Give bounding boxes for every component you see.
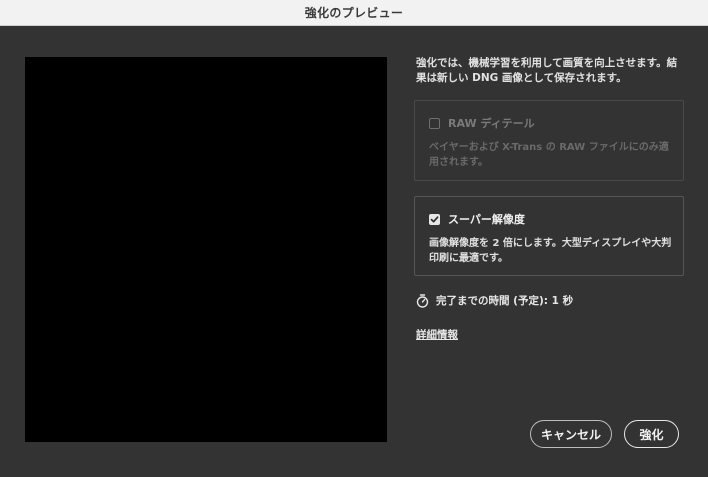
learn-more-link[interactable]: 詳細情報	[416, 327, 458, 342]
preview-image-area	[25, 57, 387, 442]
time-estimate: 完了までの時間 (予定): 1 秒	[416, 293, 573, 308]
super-resolution-checkbox[interactable]	[429, 213, 440, 225]
raw-detail-label: RAW ディテール	[448, 117, 535, 130]
super-resolution-label: スーパー解像度	[448, 213, 525, 226]
time-estimate-text: 完了までの時間 (予定): 1 秒	[436, 295, 574, 307]
raw-detail-description: ベイヤーおよび X-Trans の RAW ファイルにのみ適用されます。	[429, 142, 669, 168]
cancel-button[interactable]: キャンセル	[530, 420, 612, 448]
enhance-button[interactable]: 強化	[624, 420, 679, 448]
super-resolution-description: 画像解像度を 2 倍にします。大型ディスプレイや大判印刷に最適です。	[429, 238, 672, 264]
raw-detail-row[interactable]: RAW ディテール	[429, 115, 535, 131]
raw-detail-checkbox[interactable]	[429, 117, 440, 129]
super-resolution-option: スーパー解像度 画像解像度を 2 倍にします。大型ディスプレイや大判印刷に最適で…	[414, 196, 684, 276]
raw-detail-option: RAW ディテール ベイヤーおよび X-Trans の RAW ファイルにのみ適…	[414, 100, 684, 181]
window-title: 強化のプレビュー	[304, 6, 404, 20]
title-bar: 強化のプレビュー	[0, 0, 708, 26]
checkmark-icon	[430, 215, 439, 223]
super-resolution-row[interactable]: スーパー解像度	[429, 211, 525, 227]
stopwatch-icon	[416, 293, 429, 308]
intro-text: 強化では、機械学習を利用して画質を向上させます。結果は新しい DNG 画像として…	[416, 57, 678, 84]
